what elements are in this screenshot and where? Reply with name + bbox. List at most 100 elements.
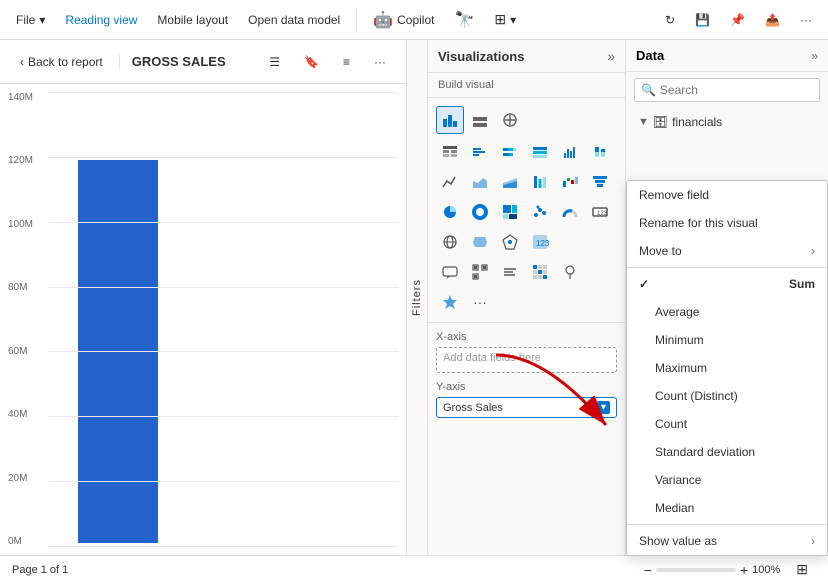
ai-visuals-icon[interactable] <box>436 288 464 316</box>
funnel-icon[interactable] <box>586 168 614 196</box>
move-to-label: Move to <box>639 244 682 258</box>
variance-menu-item[interactable]: Variance <box>627 466 827 494</box>
rename-visual-label: Rename for this visual <box>639 216 758 230</box>
filters-label: Filters <box>411 279 423 316</box>
smart-narrative-icon[interactable] <box>496 258 524 286</box>
stacked-bar-icon[interactable] <box>496 138 524 166</box>
zoom-in-button[interactable]: + <box>740 562 748 578</box>
viz-icon-row-2 <box>436 168 617 196</box>
save-button[interactable]: 💾 <box>687 9 718 31</box>
100pct-stacked-icon[interactable] <box>526 138 554 166</box>
gauge-icon[interactable] <box>556 198 584 226</box>
rename-visual-menu-item[interactable]: Rename for this visual <box>627 209 827 237</box>
x-axis-input[interactable]: Add data fields here <box>436 347 617 373</box>
data-panel-collapse-button[interactable]: » <box>811 49 818 63</box>
callout-icon[interactable] <box>436 258 464 286</box>
share-button[interactable]: 📤 <box>757 9 788 31</box>
grid-icon: ⊞ <box>494 11 506 28</box>
viz-panel-title: Visualizations <box>438 49 524 64</box>
std-dev-menu-item[interactable]: Standard deviation <box>627 438 827 466</box>
copilot-button[interactable]: 🤖 Copilot <box>365 6 442 34</box>
count-menu-item[interactable]: Count <box>627 410 827 438</box>
card-icon[interactable]: 123 <box>586 198 614 226</box>
waterfall-icon[interactable] <box>556 168 584 196</box>
sum-menu-item[interactable]: ✓ Sum <box>627 270 827 298</box>
y-axis-chip-label: Gross Sales <box>443 402 503 414</box>
gridline-7 <box>48 546 398 547</box>
show-value-as-menu-item[interactable]: Show value as › <box>627 527 827 555</box>
fit-page-button[interactable]: ⊞ <box>788 557 816 582</box>
minimum-menu-item[interactable]: Minimum <box>627 326 827 354</box>
count-distinct-label: Count (Distinct) <box>655 389 738 403</box>
y-axis-chip[interactable]: Gross Sales ▾ <box>436 397 617 418</box>
filled-map2-icon[interactable] <box>556 258 584 286</box>
clustered-col-icon[interactable] <box>556 138 584 166</box>
refresh-button[interactable]: ↻ <box>657 9 683 31</box>
zoom-value: 100% <box>752 564 780 576</box>
open-data-model-button[interactable]: Open data model <box>240 9 348 31</box>
more-report-button[interactable]: ··· <box>366 51 394 73</box>
qr-icon[interactable] <box>466 258 494 286</box>
menu-divider-1 <box>627 267 827 268</box>
std-dev-label: Standard deviation <box>655 445 755 459</box>
sum-check-icon: ✓ <box>639 277 649 291</box>
grid-button[interactable]: ⊞ ▾ <box>486 7 524 32</box>
copilot-label: Copilot <box>397 13 434 27</box>
filters-strip[interactable]: Filters <box>406 40 428 555</box>
line-icon[interactable] <box>436 168 464 196</box>
svg-text:123: 123 <box>536 239 549 248</box>
viz-icon-row-6: ··· <box>436 288 617 316</box>
more-viz-icon[interactable]: ··· <box>466 288 494 316</box>
file-chevron-icon: ▾ <box>39 13 45 27</box>
table-icon[interactable] <box>436 138 464 166</box>
minimum-label: Minimum <box>655 333 704 347</box>
viz-panel-collapse-button[interactable]: » <box>607 48 615 64</box>
column-chart-icon[interactable] <box>466 106 494 134</box>
bookmark-button[interactable]: 🔖 <box>296 51 327 73</box>
donut-icon[interactable] <box>466 198 494 226</box>
reading-view-label: Reading view <box>65 13 137 27</box>
remove-field-menu-item[interactable]: Remove field <box>627 181 827 209</box>
line-chart-icon[interactable] <box>496 106 524 134</box>
file-menu-button[interactable]: File ▾ <box>8 9 53 31</box>
filled-map-icon[interactable] <box>466 228 494 256</box>
chart-inner <box>48 92 398 547</box>
variance-label: Variance <box>655 473 701 487</box>
azure-map-icon[interactable]: 123 <box>526 228 554 256</box>
financials-tree-item[interactable]: ▼ 🗄 financials <box>634 112 820 132</box>
zoom-slider[interactable] <box>656 568 736 572</box>
maximum-menu-item[interactable]: Maximum <box>627 354 827 382</box>
treemap-icon[interactable] <box>496 198 524 226</box>
reading-view-button[interactable]: Reading view <box>57 9 145 31</box>
back-to-report-button[interactable]: ‹ Back to report <box>12 51 111 73</box>
average-menu-item[interactable]: Average <box>627 298 827 326</box>
zoom-out-button[interactable]: − <box>644 562 652 578</box>
matrix-icon[interactable] <box>526 258 554 286</box>
chart-bar[interactable] <box>78 160 158 543</box>
ribbon-icon[interactable] <box>526 168 554 196</box>
move-to-menu-item[interactable]: Move to › <box>627 237 827 265</box>
bar-chart-icon[interactable] <box>436 106 464 134</box>
scatter-icon[interactable] <box>526 198 554 226</box>
menu-divider-2 <box>627 524 827 525</box>
bookmark-icon: 🔖 <box>304 55 319 69</box>
clustered-bar-icon[interactable] <box>466 138 494 166</box>
more-options-button[interactable]: ··· <box>792 9 820 31</box>
stacked-area-icon[interactable] <box>496 168 524 196</box>
mobile-layout-button[interactable]: Mobile layout <box>149 9 236 31</box>
hamburger-button[interactable]: ☰ <box>261 51 288 73</box>
pie-icon[interactable] <box>436 198 464 226</box>
stacked-col-icon[interactable] <box>586 138 614 166</box>
y-axis-dropdown-button[interactable]: ▾ <box>597 401 610 414</box>
median-menu-item[interactable]: Median <box>627 494 827 522</box>
map-icon[interactable] <box>436 228 464 256</box>
area-icon[interactable] <box>466 168 494 196</box>
sum-label: Sum <box>789 277 815 291</box>
pin-button[interactable]: 📌 <box>722 9 753 31</box>
filter-list-button[interactable]: ≡ <box>335 51 358 73</box>
y-axis-labels: 140M 120M 100M 80M 60M 40M 20M 0M <box>8 84 33 555</box>
shape-map-icon[interactable] <box>496 228 524 256</box>
count-distinct-menu-item[interactable]: Count (Distinct) <box>627 382 827 410</box>
binoculars-button[interactable]: 🔭 <box>446 6 482 34</box>
search-input[interactable] <box>660 83 813 97</box>
